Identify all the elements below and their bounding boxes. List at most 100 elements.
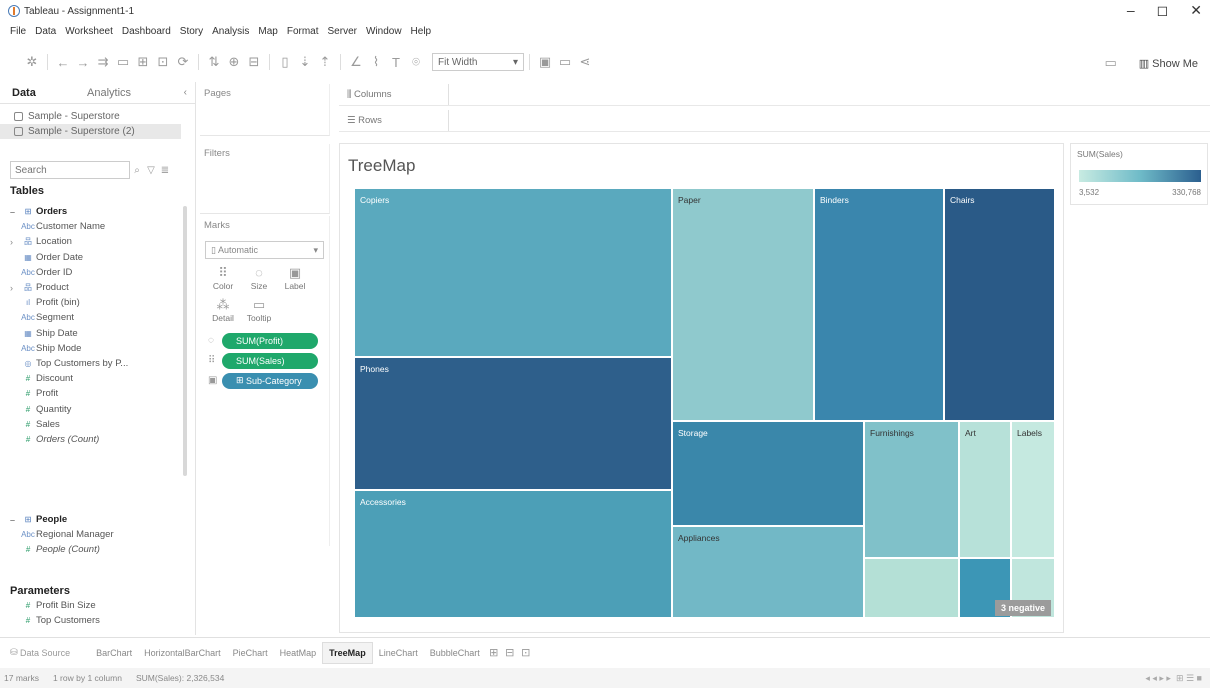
tab-analytics[interactable]: Analytics <box>75 87 150 99</box>
field-item[interactable]: › 品 Location <box>10 234 184 249</box>
parameter-item[interactable]: # Profit Bin Size <box>10 598 184 613</box>
parameter-item[interactable]: # Top Customers <box>10 613 184 628</box>
datasource-item-selected[interactable]: Sample - Superstore (2) <box>0 124 181 139</box>
text-labels-icon[interactable]: T <box>386 53 406 71</box>
show-tooltip-icon[interactable]: ▭ <box>555 53 575 71</box>
highlight-icon[interactable]: ⊟ <box>244 53 264 71</box>
sheet-navigation-icons[interactable]: ◂ ◂ ▸ ▸ ⊞ ☰ ■ <box>1145 673 1202 684</box>
pause-updates-icon[interactable]: ⟳ <box>173 53 193 71</box>
collapse-icon[interactable]: – <box>10 515 20 525</box>
field-item[interactable]: # Quantity <box>10 401 184 416</box>
menu-dashboard[interactable]: Dashboard <box>122 26 171 37</box>
new-worksheet-icon[interactable]: ⊡ <box>153 53 173 71</box>
swap-icon[interactable]: ⇅ <box>204 53 224 71</box>
field-item[interactable]: # Sales <box>10 417 184 432</box>
search-icon[interactable]: ⌕ <box>130 165 144 176</box>
expand-icon[interactable]: › <box>10 237 20 247</box>
sales-pill[interactable]: SUM(Sales) <box>222 352 318 369</box>
tableau-home-icon[interactable]: ✲ <box>22 53 42 71</box>
filter-icon[interactable]: ▽ <box>144 165 158 176</box>
sort-descending-icon[interactable]: ⇡ <box>315 53 335 71</box>
pages-card[interactable]: Pages <box>200 84 330 136</box>
clear-sheet-icon[interactable]: ▯ <box>275 53 295 71</box>
field-item[interactable]: ıl Profit (bin) <box>10 295 184 310</box>
sheet-tab-treemap[interactable]: TreeMap <box>322 641 373 664</box>
sheet-tab-piechart[interactable]: PieChart <box>227 642 274 664</box>
rows-shelf[interactable]: ☰ Rows <box>339 110 1210 132</box>
search-input[interactable] <box>10 161 130 179</box>
sheet-tab-bubblechart[interactable]: BubbleChart <box>424 642 486 664</box>
data-pane-scrollbar[interactable] <box>183 206 187 476</box>
new-dashboard-icon[interactable]: ⊟ <box>502 646 518 659</box>
treemap-tile[interactable]: Accessories <box>354 490 672 618</box>
close-button[interactable]: ✕ <box>1190 2 1202 19</box>
sort-ascending-icon[interactable]: ⇣ <box>295 53 315 71</box>
datasource-item[interactable]: Sample - Superstore <box>0 109 195 124</box>
tab-data[interactable]: Data <box>0 87 75 99</box>
treemap-tile[interactable]: Paper <box>672 188 814 421</box>
treemap-tile[interactable]: Appliances <box>672 526 864 618</box>
presentation-mode-icon[interactable]: ▣ <box>535 53 555 71</box>
group-icon[interactable]: ⊕ <box>224 53 244 71</box>
menu-format[interactable]: Format <box>287 26 319 37</box>
tooltip-button[interactable]: ▭ Tooltip <box>244 297 274 323</box>
field-item[interactable]: ▦ Order Date <box>10 250 184 265</box>
mark-type-select[interactable]: ▯ Automatic ▾ <box>205 241 324 259</box>
menu-analysis[interactable]: Analysis <box>212 26 249 37</box>
share-icon[interactable]: ⋖ <box>575 53 595 71</box>
treemap-tile[interactable]: Chairs <box>944 188 1055 421</box>
treemap-tile[interactable] <box>864 558 959 618</box>
expand-icon[interactable]: › <box>10 283 20 293</box>
label-button[interactable]: ▣ Label <box>280 265 310 291</box>
save-icon[interactable]: ▭ <box>113 53 133 71</box>
redo-icon[interactable]: → <box>73 53 93 71</box>
color-button[interactable]: ⠿ Color <box>208 265 238 291</box>
field-item[interactable]: # People (Count) <box>10 542 184 557</box>
field-item[interactable]: Abc Ship Mode <box>10 341 184 356</box>
field-item[interactable]: ◎ Top Customers by P... <box>10 356 184 371</box>
collapse-icon[interactable]: – <box>10 207 20 217</box>
filters-card[interactable]: Filters <box>200 144 330 214</box>
size-button[interactable]: ◌ Size <box>244 265 274 291</box>
field-item[interactable]: Abc Segment <box>10 310 184 325</box>
pen-icon[interactable]: ∠ <box>346 53 366 71</box>
menu-window[interactable]: Window <box>366 26 402 37</box>
collapse-pane-icon[interactable]: ‹ <box>184 87 187 98</box>
subcategory-pill[interactable]: ⊞ Sub-Category <box>222 372 318 389</box>
fit-select[interactable]: Fit Width ▾ <box>432 53 524 71</box>
minimize-button[interactable]: – <box>1127 2 1135 19</box>
view-options-icon[interactable]: ≣ <box>158 165 172 176</box>
menu-server[interactable]: Server <box>328 26 357 37</box>
data-source-tab[interactable]: ⛁ Data Source <box>4 642 76 664</box>
table-people[interactable]: – ⊞ People <box>10 512 184 527</box>
menu-help[interactable]: Help <box>411 26 432 37</box>
columns-shelf[interactable]: ⫼ Columns <box>339 84 1210 106</box>
color-legend[interactable]: SUM(Sales) 3,532 330,768 <box>1070 143 1208 205</box>
field-item[interactable]: Abc Regional Manager <box>10 527 184 542</box>
field-item[interactable]: Abc Order ID <box>10 265 184 280</box>
treemap-tile[interactable]: Art <box>959 421 1011 558</box>
field-item[interactable]: # Discount <box>10 371 184 386</box>
show-me-button[interactable]: ▥ Show Me <box>1139 57 1198 70</box>
field-item[interactable]: # Orders (Count) <box>10 432 184 447</box>
treemap-tile[interactable]: Copiers <box>354 188 672 357</box>
new-datasource-icon[interactable]: ⊞ <box>133 53 153 71</box>
sheet-title[interactable]: TreeMap <box>348 156 415 176</box>
menu-data[interactable]: Data <box>35 26 56 37</box>
negatives-badge[interactable]: 3 negative <box>994 600 1051 616</box>
menu-file[interactable]: File <box>10 26 26 37</box>
new-story-icon[interactable]: ⊡ <box>518 646 534 659</box>
new-worksheet-icon[interactable]: ⊞ <box>486 646 502 659</box>
field-item[interactable]: ▦ Ship Date <box>10 326 184 341</box>
treemap-tile[interactable]: Binders <box>814 188 944 421</box>
menu-worksheet[interactable]: Worksheet <box>65 26 113 37</box>
table-orders[interactable]: – ⊞ Orders <box>10 204 184 219</box>
maximize-button[interactable]: ◻ <box>1157 2 1169 19</box>
undo-icon[interactable]: ← <box>53 53 73 71</box>
comment-icon[interactable]: ▭ <box>1101 54 1121 72</box>
fix-axes-icon[interactable]: ⌾ <box>406 53 426 71</box>
sheet-tab-horizontalbarchart[interactable]: HorizontalBarChart <box>138 642 227 664</box>
field-item[interactable]: › 品 Product <box>10 280 184 295</box>
sheet-tab-heatmap[interactable]: HeatMap <box>274 642 323 664</box>
profit-pill[interactable]: SUM(Profit) <box>222 332 318 349</box>
